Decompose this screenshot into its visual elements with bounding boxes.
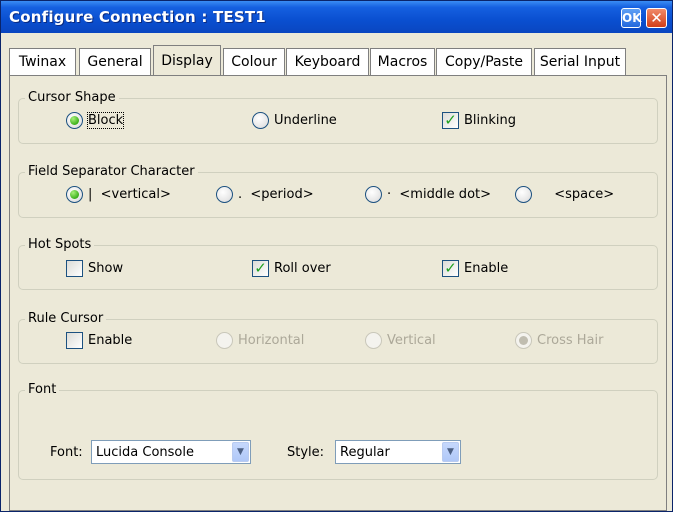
hot-spots-roll-over-option[interactable]: ✓ Roll over [252,260,331,277]
close-icon: ✕ [650,9,663,27]
separator-period-radio[interactable] [216,186,233,203]
rule-cursor-cross-hair-label: Cross Hair [537,333,604,348]
style-select-value: Regular [340,444,390,460]
font-select[interactable]: Lucida Console ▼ [91,440,251,464]
tab-keyboard[interactable]: Keyboard [286,48,369,76]
configure-connection-window: Configure Connection : TEST1 OK ✕ Twinax… [0,0,673,512]
rule-cursor-cross-hair-option[interactable]: Cross Hair [515,332,603,349]
rule-cursor-horizontal-option[interactable]: Horizontal [216,332,304,349]
tab-copy-paste[interactable]: Copy/Paste [436,48,532,76]
rule-cursor-horizontal-radio[interactable] [216,332,233,349]
hot-spots-show-option[interactable]: Show [66,260,123,277]
separator-middle-dot-label: · <middle dot> [387,187,492,202]
font-group: Font [18,382,658,480]
check-icon: ✓ [444,259,457,277]
rule-cursor-horizontal-label: Horizontal [238,333,305,348]
close-button[interactable]: ✕ [646,8,667,28]
block-radio-option[interactable]: Block [66,112,125,129]
style-select[interactable]: Regular ▼ [335,440,461,464]
display-tab-panel: Cursor Shape Block Underline ✓ Blinking … [9,75,667,511]
tab-general[interactable]: General [79,48,151,76]
underline-radio-option[interactable]: Underline [252,112,337,129]
rule-cursor-enable-label: Enable [88,333,133,348]
hot-spots-enable-label: Enable [464,261,509,276]
font-select-value: Lucida Console [96,444,194,460]
rule-cursor-vertical-radio[interactable] [365,332,382,349]
window-title: Configure Connection : TEST1 [9,8,266,26]
separator-space-label: <space> [546,187,615,202]
chevron-down-icon[interactable]: ▼ [442,442,459,462]
separator-period-option[interactable]: . <period> [216,186,314,203]
rule-cursor-cross-hair-radio[interactable] [515,332,532,349]
rule-cursor-enable-checkbox[interactable] [66,332,83,349]
hot-spots-roll-over-label: Roll over [274,261,331,276]
separator-space-radio[interactable] [515,186,532,203]
check-icon: ✓ [444,111,457,129]
hot-spots-enable-option[interactable]: ✓ Enable [442,260,508,277]
chevron-down-icon[interactable]: ▼ [232,442,249,462]
rule-cursor-enable-option[interactable]: Enable [66,332,132,349]
tab-colour[interactable]: Colour [223,48,285,76]
field-separator-label: Field Separator Character [25,164,198,179]
rule-cursor-vertical-option[interactable]: Vertical [365,332,436,349]
block-radio[interactable] [66,112,83,129]
tab-strip: Twinax General Display Colour Keyboard M… [9,45,669,76]
tab-display[interactable]: Display [153,45,221,76]
style-field-label: Style: [287,445,325,460]
font-field-label: Font: [50,445,83,460]
block-label: Block [86,112,125,129]
hot-spots-show-label: Show [88,261,124,276]
separator-middle-dot-radio[interactable] [365,186,382,203]
tab-twinax[interactable]: Twinax [9,48,76,76]
hot-spots-label: Hot Spots [25,237,95,252]
underline-label: Underline [274,113,337,128]
separator-vertical-option[interactable]: | <vertical> [66,186,171,203]
separator-vertical-radio[interactable] [66,186,83,203]
hot-spots-roll-over-checkbox[interactable]: ✓ [252,260,269,277]
underline-radio[interactable] [252,112,269,129]
hot-spots-show-checkbox[interactable] [66,260,83,277]
cursor-shape-label: Cursor Shape [25,90,119,105]
separator-middle-dot-option[interactable]: · <middle dot> [365,186,491,203]
blinking-checkbox-option[interactable]: ✓ Blinking [442,112,516,129]
rule-cursor-label: Rule Cursor [25,311,107,326]
separator-vertical-label: | <vertical> [88,187,171,202]
ok-button[interactable]: OK [621,8,642,28]
blinking-label: Blinking [464,113,517,128]
rule-cursor-vertical-label: Vertical [387,333,436,348]
separator-space-option[interactable]: <space> [515,186,614,203]
separator-period-label: . <period> [238,187,314,202]
hot-spots-enable-checkbox[interactable]: ✓ [442,260,459,277]
title-bar[interactable]: Configure Connection : TEST1 OK ✕ [1,1,672,33]
blinking-checkbox[interactable]: ✓ [442,112,459,129]
check-icon: ✓ [254,259,267,277]
font-group-label: Font [25,382,60,397]
tab-serial-input[interactable]: Serial Input [534,48,626,76]
tab-macros[interactable]: Macros [370,48,435,76]
